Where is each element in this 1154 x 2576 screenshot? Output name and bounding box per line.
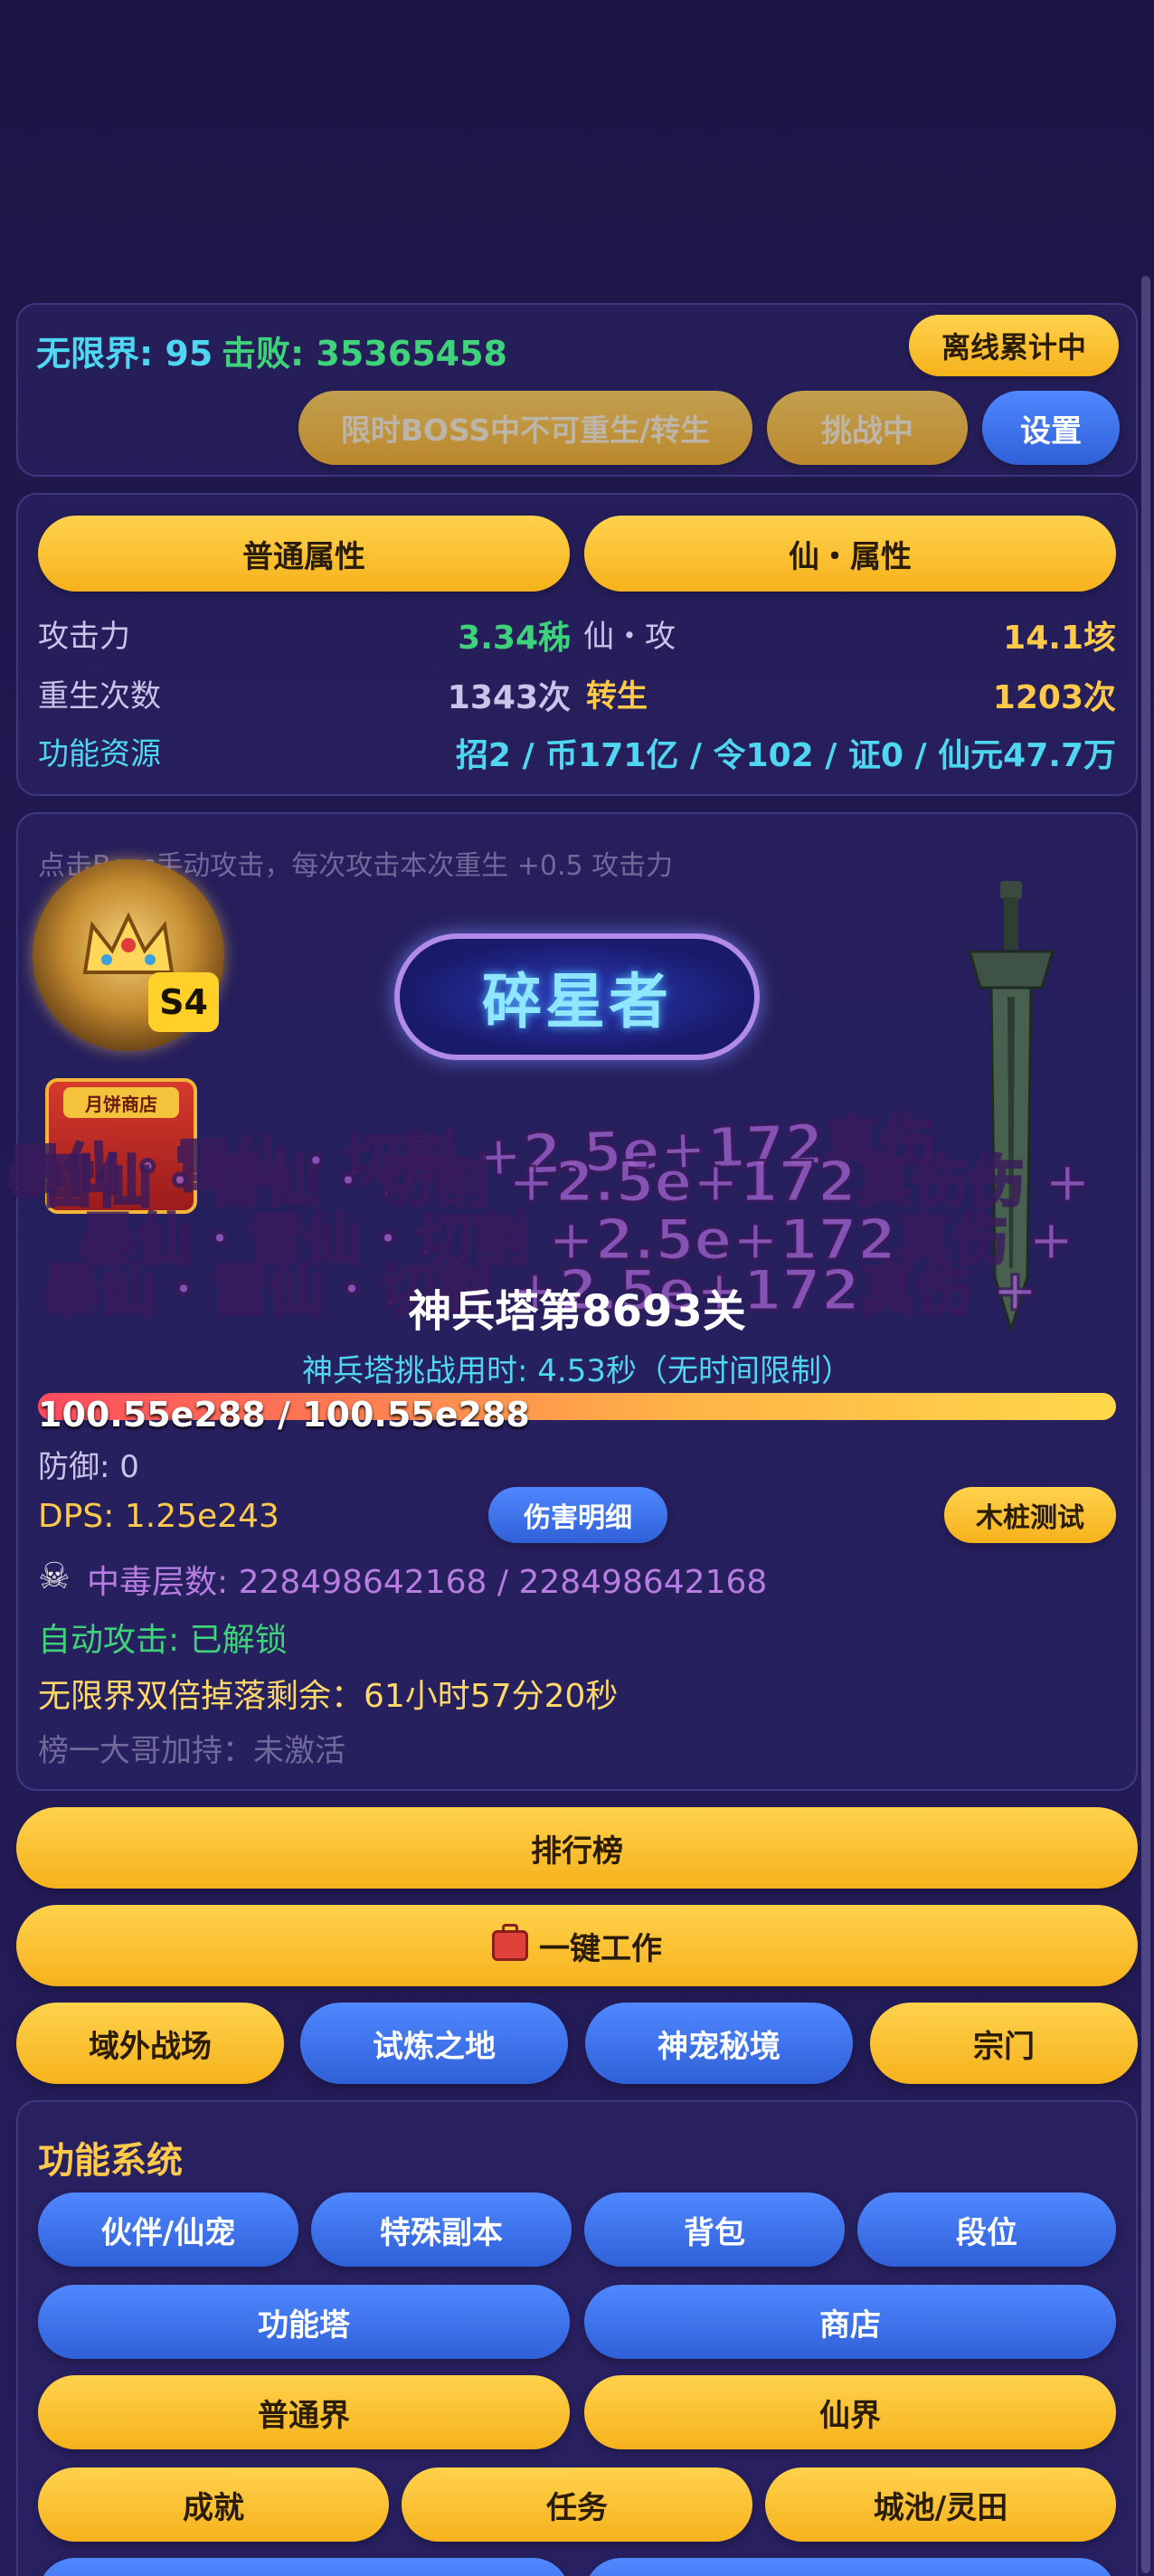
sect-button[interactable]: 宗门 bbox=[870, 2003, 1138, 2084]
boss-hp-text: 100.55e288 / 100.55e288 bbox=[38, 1395, 530, 1435]
tower-stage-title: 神兵塔第8693关 bbox=[408, 1286, 746, 1337]
resources-value: 招2 / 币171亿 / 令102 / 证0 / 仙元47.7万 bbox=[455, 737, 1116, 774]
feature-tower-button[interactable]: 功能塔 bbox=[38, 2285, 570, 2359]
rebirth-locked-button[interactable]: 限时BOSS中不可重生/转生 bbox=[298, 391, 752, 465]
tab-xian-attributes[interactable]: 仙・属性 bbox=[584, 516, 1116, 592]
poison-stacks: 中毒层数: 228498642168 / 228498642168 bbox=[87, 1564, 768, 1601]
title-plaque-text: 碎星者 bbox=[482, 967, 672, 1037]
attack-value: 3.34秭 bbox=[458, 620, 571, 657]
wuxianjie-counter: 无限界: 95 bbox=[36, 334, 213, 374]
page-scrollbar[interactable] bbox=[1141, 276, 1150, 2573]
outer-battlefield-button[interactable]: 域外战场 bbox=[16, 2003, 284, 2084]
offline-accumulating-button[interactable]: 离线累计中 bbox=[909, 315, 1119, 376]
auto-attack-status: 自动攻击: 已解锁 bbox=[38, 1622, 288, 1659]
double-drop-timer: 无限界双倍掉落剩余：61小时57分20秒 bbox=[38, 1678, 619, 1715]
rebirth-count-value: 1343次 bbox=[447, 679, 571, 716]
season-badge: S4 bbox=[148, 972, 219, 1032]
crown-icon bbox=[80, 909, 177, 981]
xian-attack-value: 14.1垓 bbox=[1003, 620, 1116, 657]
toolbox-icon bbox=[492, 1924, 528, 1961]
damage-detail-button[interactable]: 伤害明细 bbox=[488, 1487, 667, 1543]
tower-challenge-time: 神兵塔挑战用时: 4.53秒（无时间限制） bbox=[302, 1353, 852, 1389]
xian-realm-button[interactable]: 仙界 bbox=[584, 2375, 1116, 2449]
tab-normal-attributes[interactable]: 普通属性 bbox=[38, 516, 570, 592]
one-click-work-button[interactable]: 一键工作 bbox=[16, 1905, 1138, 1986]
shop-sign: 月饼商店 bbox=[63, 1087, 179, 1118]
next-row-right-button[interactable] bbox=[584, 2558, 1116, 2576]
resources-label: 功能资源 bbox=[38, 736, 161, 772]
next-row-left-button[interactable] bbox=[38, 2558, 570, 2576]
one-click-work-label: 一键工作 bbox=[539, 1930, 662, 1967]
feature-system-title: 功能系统 bbox=[38, 2140, 183, 2182]
rebirth-count-label: 重生次数 bbox=[38, 678, 161, 715]
skull-crossbones-icon: ☠ bbox=[38, 1556, 71, 1597]
defeat-counter: 击败: 35365458 bbox=[222, 334, 507, 374]
attack-label: 攻击力 bbox=[38, 619, 130, 655]
rank-tier-button[interactable]: 段位 bbox=[857, 2192, 1116, 2267]
backpack-button[interactable]: 背包 bbox=[584, 2192, 845, 2267]
transmigrate-value: 1203次 bbox=[992, 679, 1116, 716]
dps-readout: DPS: 1.25e243 bbox=[38, 1498, 279, 1535]
shop-button[interactable]: 商店 bbox=[584, 2285, 1116, 2359]
achievement-button[interactable]: 成就 bbox=[38, 2467, 389, 2542]
settings-button[interactable]: 设置 bbox=[982, 391, 1120, 465]
challenging-button[interactable]: 挑战中 bbox=[767, 391, 968, 465]
companion-pet-button[interactable]: 伙伴/仙宠 bbox=[38, 2192, 298, 2267]
title-plaque-badge: 碎星者 bbox=[394, 933, 760, 1060]
leaderboard-button[interactable]: 排行榜 bbox=[16, 1807, 1138, 1889]
city-field-button[interactable]: 城池/灵田 bbox=[765, 2467, 1116, 2542]
pet-realm-button[interactable]: 神宠秘境 bbox=[585, 2003, 853, 2084]
task-button[interactable]: 任务 bbox=[402, 2467, 752, 2542]
trial-land-button[interactable]: 试炼之地 bbox=[300, 2003, 568, 2084]
special-dungeon-button[interactable]: 特殊副本 bbox=[311, 2192, 572, 2267]
normal-realm-button[interactable]: 普通界 bbox=[38, 2375, 570, 2449]
xian-attack-label: 仙・攻 bbox=[583, 619, 676, 655]
dummy-test-button[interactable]: 木桩测试 bbox=[944, 1487, 1116, 1543]
transmigrate-label: 转生 bbox=[586, 678, 648, 715]
rank-buff-status: 榜一大哥加持：未激活 bbox=[38, 1733, 345, 1769]
boss-defense: 防御: 0 bbox=[38, 1449, 139, 1485]
